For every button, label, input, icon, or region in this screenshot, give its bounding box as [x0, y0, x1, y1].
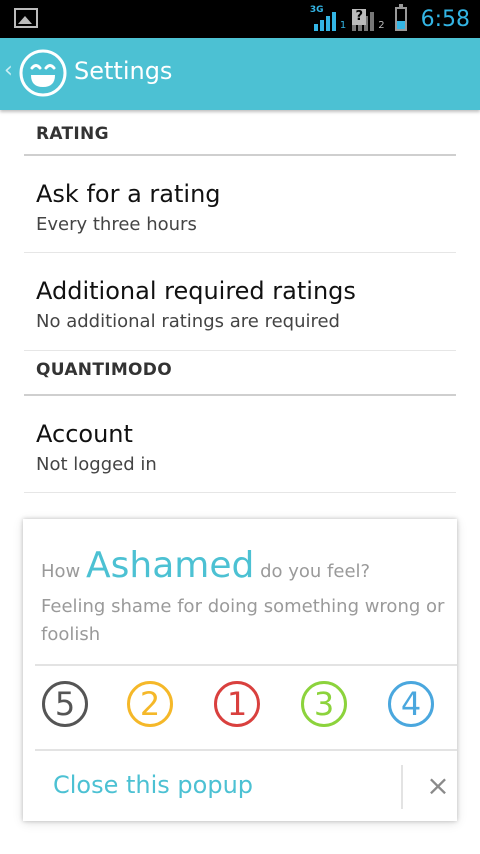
- pref-title: Account: [36, 420, 133, 448]
- smiley-face-icon[interactable]: [18, 48, 68, 98]
- close-icon[interactable]: ×: [425, 771, 451, 801]
- divider: [35, 749, 457, 751]
- emotion-name: Ashamed: [86, 545, 255, 586]
- page-title: Settings: [74, 57, 173, 85]
- status-bar: 3G 1 ? 2 6:58: [0, 0, 480, 38]
- popup-question: How Ashamed do you feel?: [41, 545, 370, 586]
- rating-button[interactable]: 4: [388, 681, 434, 727]
- action-bar: ‹ Settings: [0, 38, 480, 110]
- question-suffix: do you feel?: [260, 561, 371, 582]
- pref-additional-ratings[interactable]: Additional required ratings No additiona…: [24, 253, 456, 351]
- status-icons: 3G 1 ? 2 6:58: [310, 0, 470, 38]
- category-quantimodo: QUANTIMODO: [24, 351, 456, 396]
- pref-ask-rating[interactable]: Ask for a rating Every three hours: [24, 156, 456, 253]
- clock: 6:58: [420, 6, 470, 32]
- sim2-status: ?: [352, 9, 367, 25]
- vertical-divider: [401, 765, 403, 809]
- back-chevron-icon[interactable]: ‹: [4, 58, 13, 83]
- pref-summary: Every three hours: [36, 214, 197, 235]
- emotion-description: Feeling shame for doing something wrong …: [41, 596, 445, 645]
- rating-button[interactable]: 5: [42, 681, 88, 727]
- pref-title: Ask for a rating: [36, 180, 221, 208]
- pref-summary: Not logged in: [36, 454, 157, 475]
- divider: [35, 664, 457, 666]
- rating-button[interactable]: 1: [214, 681, 260, 727]
- close-popup-button[interactable]: Close this popup: [53, 771, 253, 799]
- sim1-label: 1: [339, 20, 347, 31]
- settings-list: RATING Ask for a rating Every three hour…: [24, 110, 456, 493]
- pref-summary: No additional ratings are required: [36, 311, 340, 332]
- category-rating: RATING: [24, 110, 456, 156]
- signal-sim1-icon: 3G 1: [310, 5, 347, 31]
- image-notification-icon: [14, 8, 38, 28]
- pref-account[interactable]: Account Not logged in: [24, 396, 456, 493]
- rating-button[interactable]: 2: [127, 681, 173, 727]
- network-type-label: 3G: [309, 5, 324, 15]
- rating-popup: How Ashamed do you feel? Feeling shame f…: [23, 519, 457, 821]
- rating-buttons: 5 2 1 3 4: [23, 679, 457, 733]
- signal-sim2-icon: ? 2: [352, 7, 385, 31]
- pref-title: Additional required ratings: [36, 277, 356, 305]
- question-prefix: How: [41, 561, 81, 582]
- sim2-label: 2: [378, 20, 385, 31]
- rating-button[interactable]: 3: [301, 681, 347, 727]
- battery-icon: [394, 4, 407, 31]
